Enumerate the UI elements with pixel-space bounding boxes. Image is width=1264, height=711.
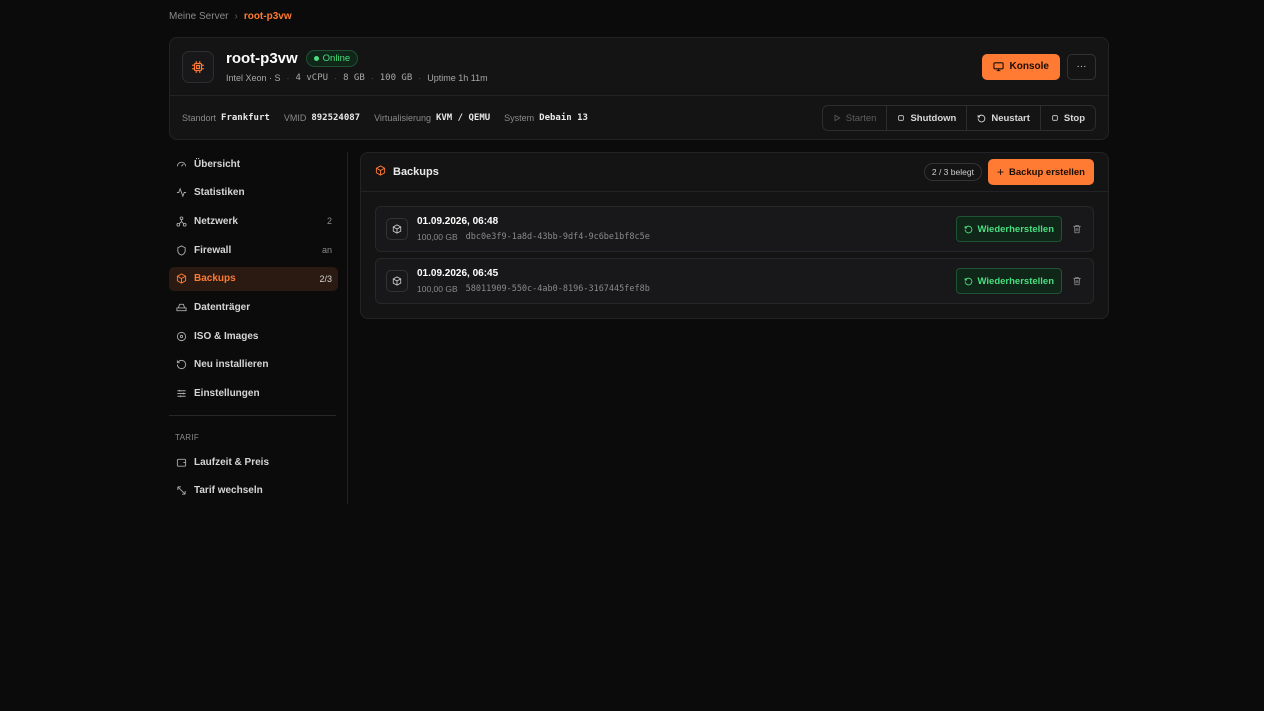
sidebar-nav: Übersicht Statistiken Netzwerk 2 Firewal… [169, 152, 338, 410]
meta-vcpu: 4 vCPU [295, 73, 329, 83]
square-icon [1052, 115, 1058, 121]
panel-title: Backups [393, 166, 439, 178]
cpu-chip-icon [182, 50, 214, 83]
activity-icon [175, 187, 187, 199]
spec-virtualisierung: Virtualisierung KVM / QEMU [374, 113, 491, 123]
backup-size: 100,00 GB [417, 232, 458, 242]
netzwerk-count-badge: 2 [326, 216, 332, 227]
meta-uptime: Uptime 1h 11m [427, 73, 488, 83]
sidebar-item-statistiken[interactable]: Statistiken [169, 181, 338, 205]
backups-count-badge: 2/3 [319, 273, 332, 284]
tarif-nav: Laufzeit & Preis Tarif wechseln [169, 450, 338, 507]
konsole-label: Konsole [1009, 61, 1049, 72]
restore-button[interactable]: Wiederherstellen [955, 216, 1062, 242]
rotate-icon [964, 225, 972, 233]
play-icon [834, 114, 841, 122]
trash-icon[interactable] [1071, 275, 1083, 287]
stop-button[interactable]: Stop [1039, 106, 1095, 130]
start-button[interactable]: Starten [823, 106, 887, 130]
network-icon [175, 215, 187, 227]
package-icon [386, 218, 408, 240]
spec-vmid: VMID 892524087 [283, 113, 361, 123]
shutdown-button[interactable]: Shutdown [886, 106, 966, 130]
package-icon [386, 270, 408, 292]
konsole-button[interactable]: Konsole [981, 53, 1060, 80]
power-controls: Starten Shutdown Neustart Stop [821, 105, 1096, 131]
server-name: root-p3vw [226, 50, 298, 67]
sidebar-divider [169, 415, 336, 416]
spec-system: System Debain 13 [504, 113, 588, 123]
backup-size: 100,00 GB [417, 284, 458, 294]
square-icon [898, 115, 905, 121]
gauge-icon [175, 158, 187, 170]
sidebar-item-einstellungen[interactable]: Einstellungen [169, 382, 338, 406]
shield-icon [175, 244, 187, 256]
sidebar-item-firewall[interactable]: Firewall an [169, 238, 338, 262]
hard-drive-icon [175, 301, 187, 313]
rotate-icon [175, 359, 187, 371]
meta-ram: 8 GB [343, 73, 365, 83]
server-header-card: root-p3vw Online Intel Xeon · S · 4 vCPU… [169, 37, 1109, 140]
sidebar-vertical-divider [347, 152, 348, 504]
backup-row: 01.09.2026, 06:48 100,00 GB dbc0e3f9-1a8… [375, 206, 1094, 252]
meta-disk: 100 GB [379, 73, 413, 83]
sidebar-item-backups[interactable]: Backups 2/3 [169, 266, 338, 291]
sidebar-item-tarif-wechseln[interactable]: Tarif wechseln [169, 479, 338, 503]
sidebar-item-laufzeit-preis[interactable]: Laufzeit & Preis [169, 450, 338, 474]
breadcrumb: Meine Server › root-p3vw [169, 11, 292, 22]
server-meta: Intel Xeon · S · 4 vCPU · 8 GB · 100 GB … [226, 73, 488, 83]
tarif-section-header: TARIF [175, 433, 200, 442]
status-label: Online [322, 53, 351, 64]
sliders-icon [175, 388, 187, 400]
sidebar-item-datentraeger[interactable]: Datenträger [169, 295, 338, 319]
firewall-status-badge: an [321, 245, 332, 256]
disc-icon [175, 330, 187, 342]
rotate-icon [964, 277, 972, 285]
status-badge: Online [305, 50, 359, 67]
backup-date: 01.09.2026, 06:48 [417, 216, 499, 227]
backup-usage-badge: 2 / 3 belegt [923, 163, 982, 181]
sidebar-item-netzwerk[interactable]: Netzwerk 2 [169, 209, 338, 233]
sidebar-item-neu-installieren[interactable]: Neu installieren [169, 353, 338, 377]
status-dot-icon [313, 56, 319, 61]
backup-id: 58011909-550c-4ab0-8196-3167445fef8b [465, 284, 650, 294]
sidebar-item-iso-images[interactable]: ISO & Images [169, 324, 338, 348]
create-backup-button[interactable]: + Backup erstellen [987, 159, 1094, 185]
arrows-icon [175, 485, 187, 497]
more-options-button[interactable]: ··· [1067, 53, 1096, 80]
box-icon [375, 163, 386, 181]
plus-icon: + [996, 165, 1004, 179]
sidebar-item-uebersicht[interactable]: Übersicht [169, 152, 338, 176]
meta-cpu-model: Intel Xeon · S [226, 73, 281, 83]
breadcrumb-separator: › [234, 11, 238, 22]
restart-button[interactable]: Neustart [966, 106, 1040, 130]
restore-button[interactable]: Wiederherstellen [955, 268, 1062, 294]
wallet-icon [175, 456, 187, 468]
rotate-icon [978, 114, 986, 122]
backup-id: dbc0e3f9-1a8d-43bb-9df4-9c6be1bf8c5e [465, 232, 650, 242]
box-icon [175, 273, 187, 285]
backup-date: 01.09.2026, 06:45 [417, 268, 499, 279]
breadcrumb-parent-link[interactable]: Meine Server [169, 11, 228, 22]
backup-row: 01.09.2026, 06:45 100,00 GB 58011909-550… [375, 258, 1094, 304]
trash-icon[interactable] [1071, 223, 1083, 235]
spec-standort: Standort Frankfurt [182, 113, 270, 123]
monitor-icon [992, 62, 1004, 72]
backups-panel: Backups 2 / 3 belegt + Backup erstellen … [360, 152, 1109, 319]
breadcrumb-current: root-p3vw [243, 11, 292, 22]
backup-list: 01.09.2026, 06:48 100,00 GB dbc0e3f9-1a8… [361, 192, 1108, 324]
